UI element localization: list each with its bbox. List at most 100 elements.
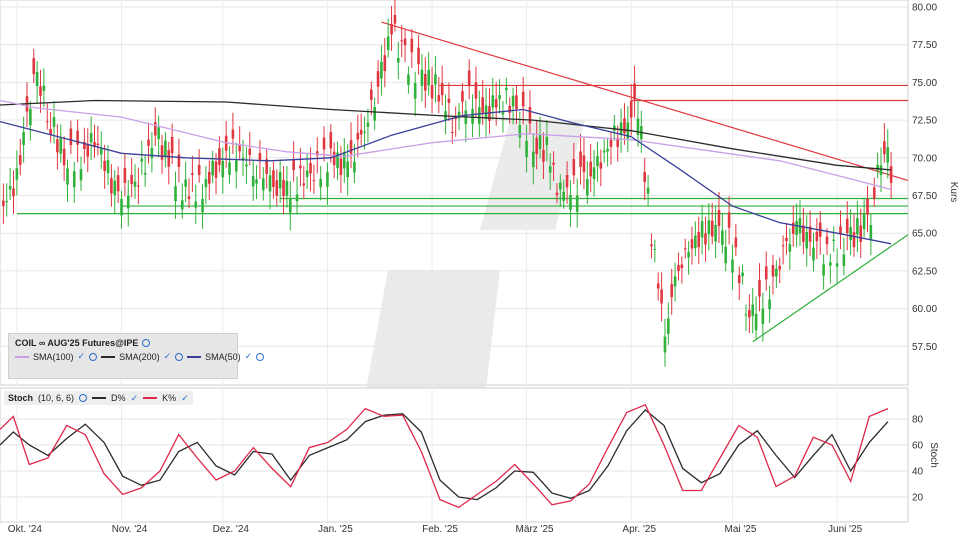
candle-body	[467, 70, 471, 87]
candle-body	[312, 180, 316, 182]
price-legend: COIL ∞ AUG'25 Futures@IPE SMA(100) ✓ SMA…	[8, 333, 265, 379]
candle-body	[326, 172, 329, 187]
candle-body	[295, 194, 299, 202]
candle-body	[778, 265, 782, 270]
candle-body	[643, 171, 647, 183]
candle-body	[629, 101, 633, 118]
x-tick-label: Dez. '24	[213, 524, 250, 535]
candle-body	[191, 173, 194, 175]
candle-body	[623, 118, 626, 134]
candle-body	[437, 95, 441, 102]
candle-body	[862, 213, 866, 230]
candle-body	[494, 99, 498, 108]
x-tick-label: Mai '25	[725, 524, 757, 535]
candle-body	[397, 58, 400, 63]
settings-icon[interactable]	[256, 352, 265, 361]
candle-body	[754, 313, 758, 331]
candle-body	[704, 233, 707, 245]
checkmark-icon[interactable]: ✓	[245, 351, 253, 362]
candle-body	[690, 239, 694, 249]
candle-body	[261, 178, 265, 191]
candle-body	[393, 15, 397, 24]
candle-body	[849, 227, 852, 241]
candle-body	[802, 225, 805, 242]
price-y-tick-label: 67.50	[912, 191, 937, 202]
candle-body	[79, 169, 83, 181]
candle-body	[457, 111, 461, 119]
candle-body	[407, 74, 410, 85]
candle-body	[275, 180, 279, 196]
x-tick-label: Juni '25	[828, 524, 863, 535]
candle-body	[579, 151, 582, 167]
candle-body	[359, 129, 363, 135]
checkmark-icon[interactable]: ✓	[131, 393, 139, 404]
candle-body	[353, 161, 356, 173]
candle-body	[883, 141, 886, 155]
candle-body	[751, 304, 755, 316]
candle-body	[771, 265, 775, 277]
candle-body	[667, 318, 670, 334]
legend-sma200: SMA(200)	[119, 351, 160, 362]
candle-body	[184, 179, 187, 187]
x-tick-label: März '25	[516, 524, 554, 535]
candle-body	[697, 232, 701, 248]
candle-body	[207, 171, 211, 184]
candle-body	[197, 164, 201, 176]
settings-icon[interactable]	[79, 394, 88, 402]
candle-body	[478, 107, 481, 124]
settings-icon[interactable]	[142, 339, 151, 347]
checkmark-icon[interactable]: ✓	[181, 393, 189, 404]
candle-body	[795, 220, 798, 236]
candle-body	[505, 87, 508, 91]
price-y-tick-label: 77.50	[912, 40, 937, 51]
candle-body	[602, 150, 606, 153]
candle-body	[66, 168, 69, 185]
candle-body	[322, 137, 326, 150]
legend-title: COIL ∞ AUG'25 Futures@IPE	[15, 338, 139, 348]
candle-body	[768, 299, 771, 310]
candle-body	[842, 254, 846, 266]
candle-body	[346, 161, 349, 178]
price-y-tick-label: 80.00	[912, 3, 937, 14]
candle-body	[650, 244, 653, 247]
checkmark-icon[interactable]: ✓	[78, 351, 86, 362]
legend-sma100: SMA(100)	[33, 351, 74, 362]
candle-body	[707, 220, 711, 235]
candle-body	[474, 82, 478, 99]
candle-body	[39, 86, 42, 96]
candle-body	[231, 129, 235, 139]
candle-body	[680, 264, 684, 269]
price-y-tick-label: 57.50	[912, 342, 937, 353]
candle-body	[440, 83, 444, 96]
candle-body	[180, 200, 184, 210]
candle-body	[177, 154, 181, 167]
candle-body	[734, 237, 738, 248]
checkmark-icon[interactable]: ✓	[164, 351, 172, 362]
candle-body	[201, 198, 204, 213]
candle-body	[525, 140, 528, 158]
candle-body	[562, 191, 566, 201]
candle-body	[481, 97, 484, 113]
candle-body	[822, 264, 825, 276]
candle-body	[521, 91, 525, 107]
candle-body	[788, 244, 792, 252]
candle-body	[89, 133, 93, 143]
x-tick-label: Apr. '25	[622, 524, 656, 535]
candle-body	[592, 167, 596, 180]
settings-icon[interactable]	[89, 352, 98, 361]
settings-icon[interactable]	[175, 352, 184, 361]
candle-body	[559, 182, 562, 190]
candle-body	[694, 235, 697, 249]
candle-body	[160, 145, 164, 160]
candle-body	[126, 195, 130, 209]
candle-body	[670, 283, 674, 298]
candle-body	[390, 23, 393, 35]
stoch-params: (10, 6, 6)	[38, 393, 75, 403]
candle-body	[234, 160, 238, 172]
candle-body	[248, 148, 252, 155]
stoch-legend: Stoch (10, 6, 6) D% ✓ K% ✓	[4, 391, 193, 405]
candle-body	[214, 161, 218, 178]
candle-body	[575, 195, 579, 212]
stoch-y-axis-title: Stoch	[928, 442, 939, 468]
candle-body	[265, 159, 268, 174]
